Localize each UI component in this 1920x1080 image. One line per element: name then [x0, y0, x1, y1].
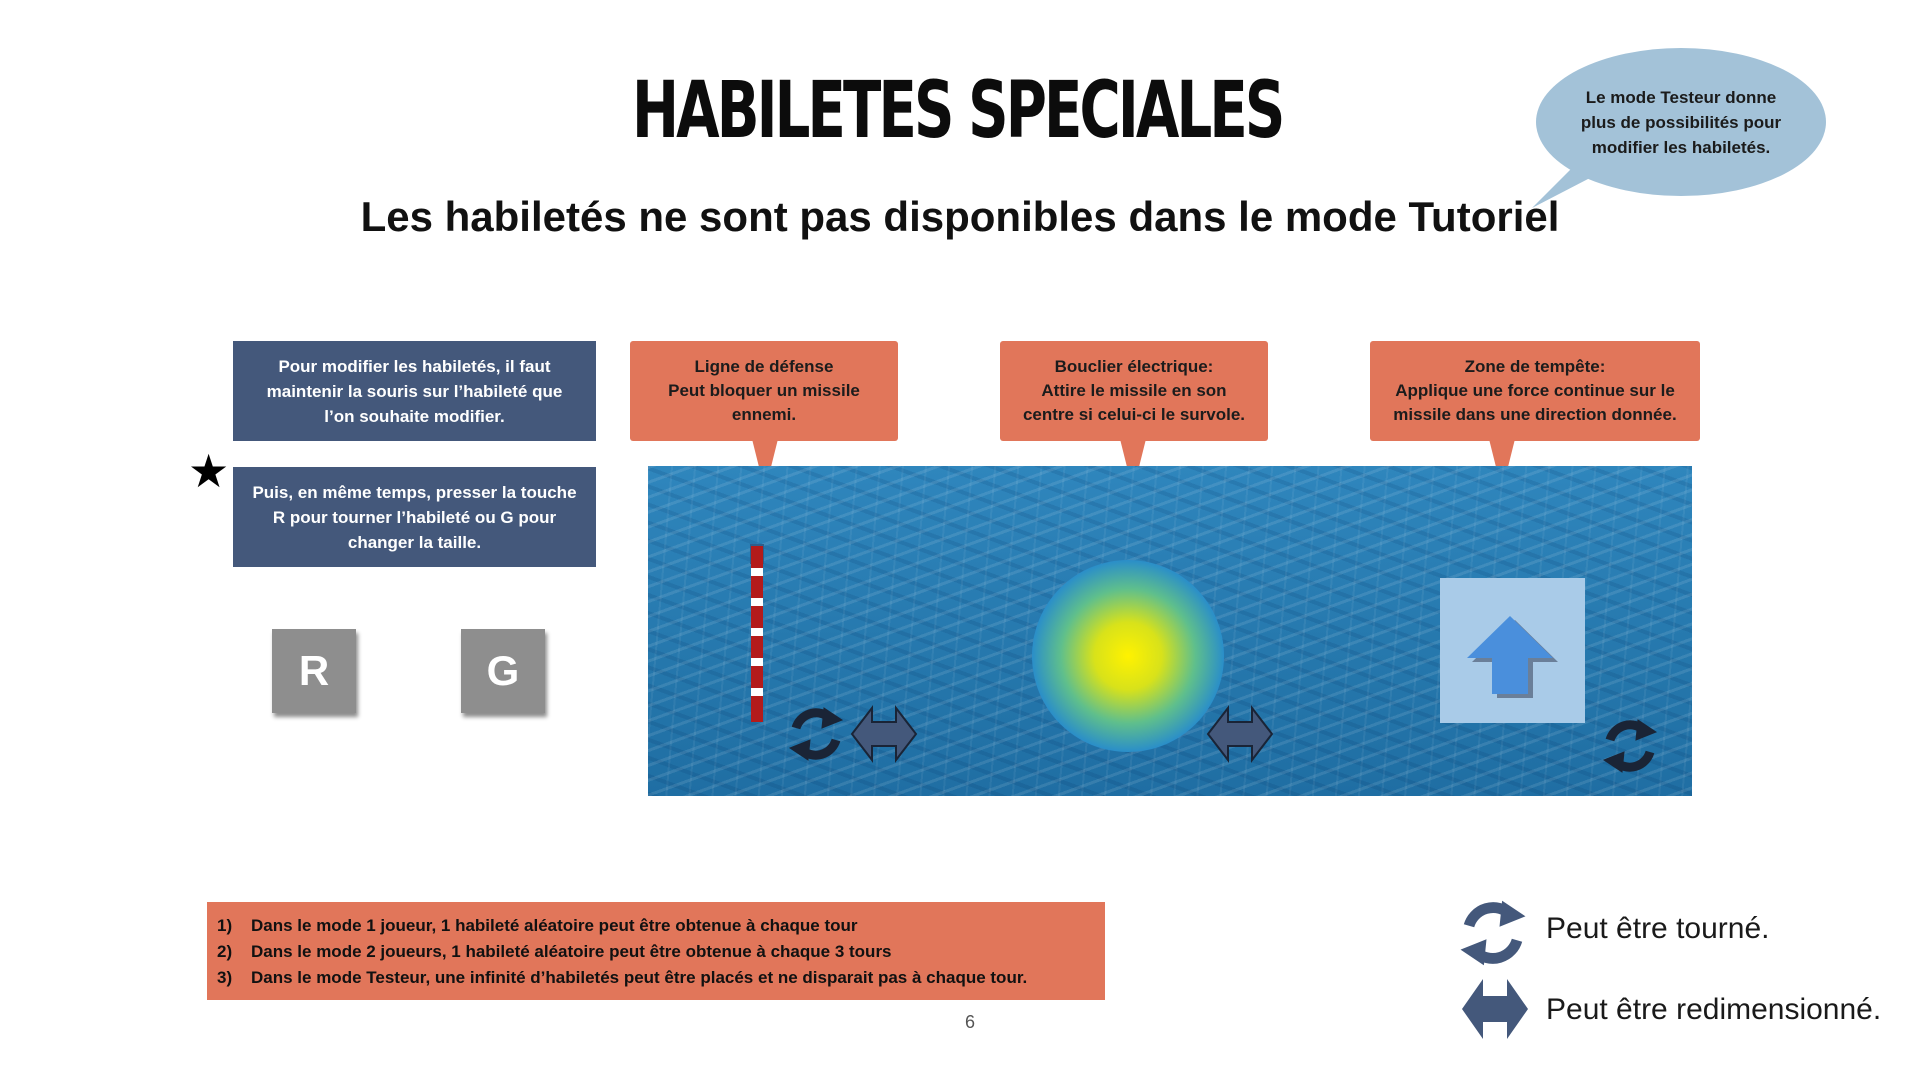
- rule-number: 2): [217, 942, 233, 961]
- key-g: G: [461, 629, 545, 713]
- star-icon: ★: [188, 445, 230, 497]
- rule-item: 1) Dans le mode 1 joueur, 1 habileté alé…: [217, 913, 1105, 939]
- electric-shield[interactable]: [1032, 560, 1224, 752]
- scene-canvas: [750, 544, 1692, 796]
- defense-line-pole[interactable]: [750, 544, 764, 722]
- callout-storm-zone: Zone de tempête: Applique une force cont…: [1370, 341, 1700, 441]
- rule-number: 1): [217, 916, 233, 935]
- rotate-icon[interactable]: [790, 708, 842, 760]
- legend-resize-icon: [1462, 979, 1528, 1039]
- rules-list: 1) Dans le mode 1 joueur, 1 habileté alé…: [207, 902, 1105, 991]
- key-r: R: [272, 629, 356, 713]
- legend-resize-label: Peut être redimensionné.: [1546, 993, 1882, 1026]
- bubble-text: Le mode Testeur donne plus de possibilit…: [1580, 87, 1782, 157]
- page-title: HABILETES SPECIALES: [631, 66, 1285, 156]
- ocean-scene: [648, 466, 1692, 796]
- rule-text: Dans le mode Testeur, une infinité d’hab…: [251, 968, 1028, 987]
- legend-rotate-icon: [1460, 900, 1526, 966]
- callout-electric-shield: Bouclier électrique: Attire le missile e…: [1000, 341, 1268, 441]
- legend-rotate-label: Peut être tourné.: [1546, 912, 1770, 945]
- tester-mode-bubble: Le mode Testeur donne plus de possibilit…: [1536, 48, 1826, 196]
- page-number: 6: [964, 1012, 975, 1032]
- instruction-box-hover: Pour modifier les habiletés, il faut mai…: [233, 341, 596, 441]
- resize-icon[interactable]: [1207, 707, 1273, 761]
- rule-text: Dans le mode 1 joueur, 1 habileté aléato…: [251, 916, 858, 935]
- rule-item: 3) Dans le mode Testeur, une infinité d’…: [217, 965, 1105, 991]
- rule-item: 2) Dans le mode 2 joueurs, 1 habileté al…: [217, 939, 1105, 965]
- rule-text: Dans le mode 2 joueurs, 1 habileté aléat…: [251, 942, 892, 961]
- page-subtitle: Les habiletés ne sont pas disponibles da…: [360, 193, 1560, 240]
- storm-zone[interactable]: [1440, 578, 1585, 723]
- instruction-box-keys: Puis, en même temps, presser la touche R…: [233, 467, 596, 567]
- callout-defense-line: Ligne de défense Peut bloquer un missile…: [630, 341, 898, 441]
- rules-box: 1) Dans le mode 1 joueur, 1 habileté alé…: [207, 902, 1105, 1000]
- rotate-icon[interactable]: [1604, 720, 1656, 772]
- rule-number: 3): [217, 968, 233, 987]
- resize-icon[interactable]: [851, 707, 917, 761]
